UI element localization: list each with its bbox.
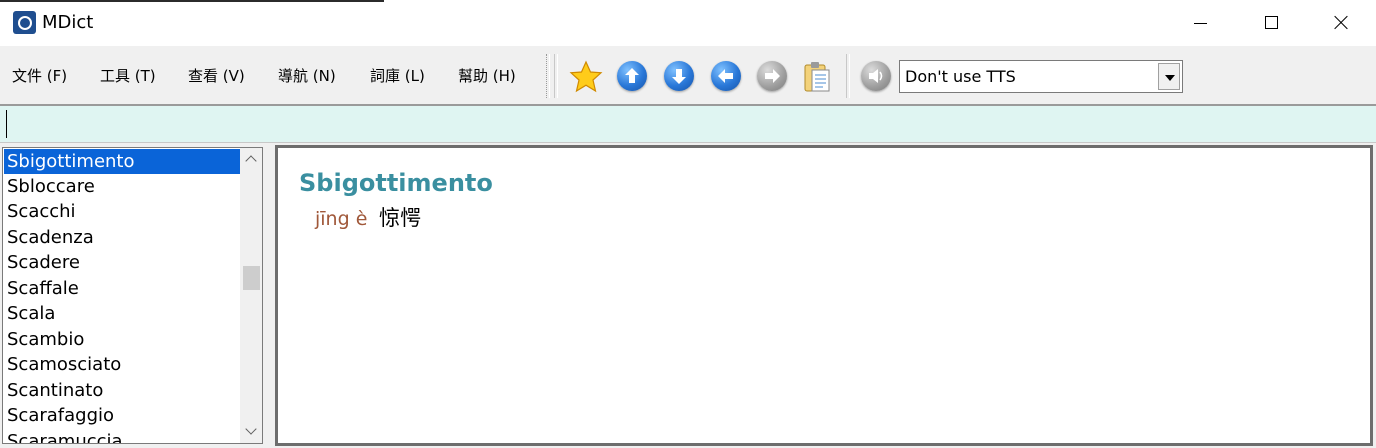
entry-pinyin: jīng è [315, 208, 368, 230]
speaker-icon [869, 69, 883, 83]
word-list-item[interactable]: Sbloccare [4, 174, 240, 199]
toolbar-separator [554, 54, 558, 98]
scroll-down-icon[interactable] [240, 421, 262, 443]
clipboard-button[interactable] [801, 60, 833, 92]
word-list-item[interactable]: Scacchi [4, 199, 240, 224]
text-caret [6, 110, 7, 138]
menu-file[interactable]: 文件 (F) [12, 66, 67, 86]
word-list-item[interactable]: Scambio [4, 327, 240, 352]
arrow-right-icon [765, 69, 780, 83]
toolbar-separator [846, 54, 850, 98]
forward-button[interactable] [756, 60, 788, 92]
clipboard-icon [804, 62, 830, 92]
menu-help[interactable]: 幫助 (H) [458, 66, 516, 86]
tts-dropdown[interactable]: Don't use TTS [899, 60, 1183, 93]
scroll-up-icon[interactable] [240, 148, 262, 170]
toolbar-separator [546, 54, 550, 98]
word-list-item[interactable]: Scarafaggio [4, 403, 240, 428]
word-list-item[interactable]: Scantinato [4, 378, 240, 403]
word-list-item[interactable]: Scadenza [4, 225, 240, 250]
pane-splitter[interactable] [264, 145, 274, 448]
menu-navigate[interactable]: 導航 (N) [278, 66, 336, 86]
word-list-scrollbar[interactable] [240, 148, 262, 443]
arrow-left-icon [718, 69, 733, 83]
word-list-item[interactable]: Scaffale [4, 276, 240, 301]
word-list-item[interactable]: Scamosciato [4, 352, 240, 377]
close-button[interactable] [1306, 0, 1376, 46]
next-entry-button[interactable] [663, 60, 695, 92]
definition-pane: Sbigottimento jīng è 惊愕 [275, 145, 1373, 446]
word-list-item[interactable]: Scadere [4, 250, 240, 275]
speak-button[interactable] [860, 60, 892, 92]
arrow-up-icon [625, 68, 639, 83]
entry-translation: 惊愕 [379, 206, 421, 230]
word-list-item[interactable]: Sbigottimento [4, 149, 240, 174]
menu-view[interactable]: 查看 (V) [188, 66, 245, 86]
word-list-item[interactable]: Scala [4, 301, 240, 326]
minimize-button[interactable] [1166, 0, 1236, 46]
back-button[interactable] [710, 60, 742, 92]
entry-headword: Sbigottimento [299, 169, 493, 197]
star-icon [569, 60, 603, 93]
favorite-button[interactable] [569, 60, 603, 93]
search-bar [0, 104, 1376, 143]
scroll-thumb[interactable] [243, 266, 260, 290]
menu-tools[interactable]: 工具 (T) [100, 66, 156, 86]
search-input[interactable] [6, 110, 1366, 138]
chevron-down-icon[interactable] [1158, 63, 1180, 90]
mdict-app-icon [13, 11, 36, 34]
arrow-down-icon [672, 69, 686, 84]
maximize-button[interactable] [1236, 0, 1306, 46]
title-bar: MDict [0, 0, 1376, 47]
previous-entry-button[interactable] [616, 60, 648, 92]
word-list-item[interactable]: Scaramuccia [4, 429, 240, 443]
menu-library[interactable]: 詞庫 (L) [370, 66, 425, 86]
window-title: MDict [42, 12, 94, 33]
word-list[interactable]: Sbigottimento Sbloccare Scacchi Scadenza… [2, 147, 263, 444]
tts-selected-value: Don't use TTS [905, 67, 1016, 86]
title-bar-edge [0, 0, 384, 2]
